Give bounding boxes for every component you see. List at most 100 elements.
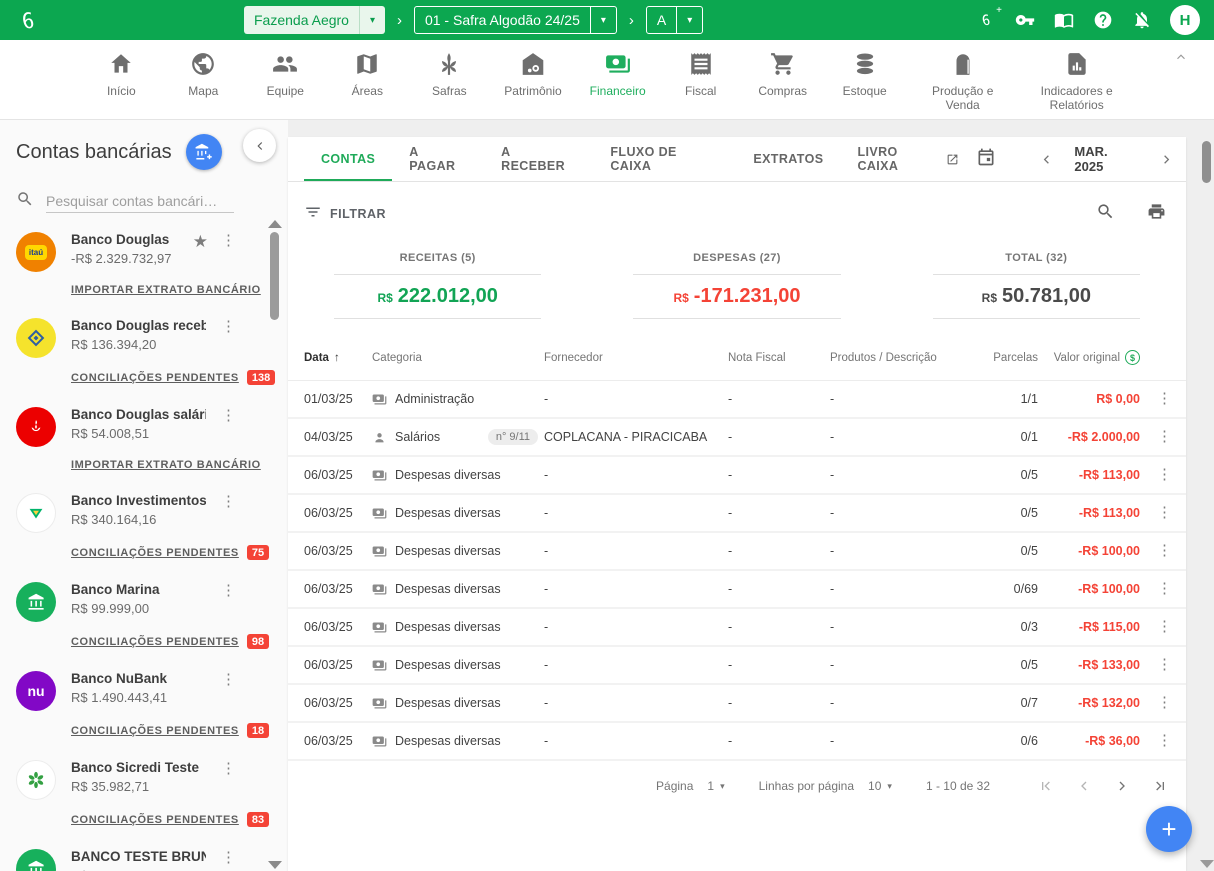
nav-item-safras[interactable]: Safras — [422, 51, 476, 119]
account-action-link[interactable]: CONCILIAÇÕES PENDENTES — [71, 636, 239, 648]
add-farm-icon[interactable]: ∂+ — [975, 9, 997, 31]
sidebar-scrollbar-thumb[interactable] — [270, 232, 279, 320]
help-icon[interactable] — [1092, 9, 1114, 31]
unit-selector[interactable]: A ▾ — [646, 6, 703, 34]
nav-item-equipe[interactable]: Equipe — [258, 51, 312, 119]
row-menu-icon[interactable]: ⋮ — [1146, 467, 1172, 484]
account-menu-icon[interactable]: ⋮ — [221, 233, 236, 250]
next-page-button[interactable] — [1110, 774, 1134, 798]
next-month-button[interactable] — [1155, 147, 1178, 171]
tab-livro-caixa[interactable]: LIVRO CAIXA — [840, 137, 976, 181]
transaction-row[interactable]: 06/03/25Despesas diversas---0/5-R$ 113,0… — [288, 495, 1186, 533]
key-icon[interactable] — [1014, 9, 1036, 31]
nav-item-mapa[interactable]: Mapa — [176, 51, 230, 119]
account-action-link[interactable]: CONCILIAÇÕES PENDENTES — [71, 814, 239, 826]
bank-account-row[interactable]: Banco InvestimentosR$ 340.164,16⋮ — [16, 493, 236, 533]
bank-account-row[interactable]: BANCO TESTE BRUNAR$ 4.459,51⋮ — [16, 849, 236, 871]
account-menu-icon[interactable]: ⋮ — [221, 583, 236, 600]
account-action-link[interactable]: IMPORTAR EXTRATO BANCÁRIO — [71, 459, 261, 471]
row-menu-icon[interactable]: ⋮ — [1146, 581, 1172, 598]
filter-button[interactable]: FILTRAR — [330, 207, 386, 221]
previous-month-button[interactable] — [1035, 147, 1058, 171]
bank-account-row[interactable]: Banco Sicredi TesteR$ 35.982,71⋮ — [16, 760, 236, 800]
chevron-down-icon[interactable]: ▾ — [676, 7, 702, 33]
nav-item-estoque[interactable]: Estoque — [838, 51, 892, 119]
add-transaction-fab[interactable]: + — [1146, 806, 1192, 852]
farm-selector[interactable]: Fazenda Aegro ▾ — [244, 6, 385, 34]
bank-account-row[interactable]: itaúBanco Douglas-R$ 2.329.732,97★⋮ — [16, 232, 236, 272]
account-action-link[interactable]: CONCILIAÇÕES PENDENTES — [71, 547, 239, 559]
account-menu-icon[interactable]: ⋮ — [221, 672, 236, 689]
account-action-link[interactable]: IMPORTAR EXTRATO BANCÁRIO — [71, 284, 261, 296]
tab-a-receber[interactable]: A RECEBER — [484, 137, 593, 181]
tab-a-pagar[interactable]: A PAGAR — [392, 137, 484, 181]
row-menu-icon[interactable]: ⋮ — [1146, 543, 1172, 560]
account-menu-icon[interactable]: ⋮ — [221, 408, 236, 425]
row-menu-icon[interactable]: ⋮ — [1146, 733, 1172, 750]
account-action-link[interactable]: CONCILIAÇÕES PENDENTES — [71, 372, 239, 384]
investimentos-logo — [16, 493, 56, 533]
add-bank-account-button[interactable] — [186, 134, 222, 170]
bank-account-row[interactable]: Banco MarinaR$ 99.999,00⋮ — [16, 582, 236, 622]
collapse-sidebar-button[interactable] — [243, 129, 276, 162]
safra-selector[interactable]: 01 - Safra Algodão 24/25 ▾ — [414, 6, 617, 34]
print-icon[interactable] — [1147, 202, 1166, 226]
account-menu-icon[interactable]: ⋮ — [221, 319, 236, 336]
first-page-button[interactable] — [1034, 774, 1058, 798]
nav-item-patrimonio[interactable]: Patrimônio — [504, 51, 561, 119]
row-menu-icon[interactable]: ⋮ — [1146, 657, 1172, 674]
chevron-down-icon[interactable]: ▾ — [590, 7, 616, 33]
page-scrollbar-thumb[interactable] — [1202, 141, 1211, 183]
tab-fluxo-de-caixa[interactable]: FLUXO DE CAIXA — [593, 137, 736, 181]
nav-item-indicadores-e-relatorios[interactable]: Indicadores e Relatórios — [1034, 51, 1120, 119]
column-header-data[interactable]: Data↑ — [304, 352, 372, 364]
calendar-icon[interactable] — [976, 147, 999, 171]
tab-extratos[interactable]: EXTRATOS — [736, 137, 840, 181]
transaction-row[interactable]: 06/03/25Despesas diversas---0/5-R$ 113,0… — [288, 457, 1186, 495]
collapse-nav-icon[interactable] — [1174, 50, 1190, 66]
scroll-down-arrow[interactable] — [268, 861, 282, 869]
row-menu-icon[interactable]: ⋮ — [1146, 695, 1172, 712]
bank-account-row[interactable]: nuBanco NuBankR$ 1.490.443,41⋮ — [16, 671, 236, 711]
currency-toggle-icon[interactable]: $ — [1125, 350, 1140, 365]
bank-account-row[interactable]: Banco Douglas salário Ti...R$ 54.008,51⋮ — [16, 407, 236, 447]
search-transactions-icon[interactable] — [1096, 202, 1115, 226]
row-menu-icon[interactable]: ⋮ — [1146, 619, 1172, 636]
notifications-off-icon[interactable] — [1131, 9, 1153, 31]
scroll-down-arrow[interactable] — [1200, 860, 1214, 868]
scroll-up-arrow[interactable] — [268, 220, 282, 228]
favorite-star-icon[interactable]: ★ — [193, 233, 208, 250]
previous-page-button[interactable] — [1072, 774, 1096, 798]
transaction-row[interactable]: 06/03/25Despesas diversas---0/6-R$ 36,00… — [288, 723, 1186, 761]
nav-item-areas[interactable]: Áreas — [340, 51, 394, 119]
knowledge-book-icon[interactable] — [1053, 9, 1075, 31]
transaction-row[interactable]: 01/03/25Administração---1/1R$ 0,00⋮ — [288, 381, 1186, 419]
nav-item-fiscal[interactable]: Fiscal — [674, 51, 728, 119]
transaction-row[interactable]: 06/03/25Despesas diversas---0/7-R$ 132,0… — [288, 685, 1186, 723]
transaction-row[interactable]: 04/03/25Saláriosn° 9/11COPLACANA - PIRAC… — [288, 419, 1186, 457]
search-accounts-input[interactable] — [46, 190, 234, 213]
page-select[interactable]: 1▾ — [707, 779, 724, 793]
summary-label: TOTAL (32) — [887, 252, 1186, 264]
bank-account-row[interactable]: Banco Douglas recebime...R$ 136.394,20⋮ — [16, 318, 236, 358]
chevron-down-icon[interactable]: ▾ — [359, 6, 385, 34]
nav-item-financeiro[interactable]: Financeiro — [590, 51, 646, 119]
account-menu-icon[interactable]: ⋮ — [221, 761, 236, 778]
transaction-row[interactable]: 06/03/25Despesas diversas---0/5-R$ 133,0… — [288, 647, 1186, 685]
row-menu-icon[interactable]: ⋮ — [1146, 505, 1172, 522]
transaction-row[interactable]: 06/03/25Despesas diversas---0/5-R$ 100,0… — [288, 533, 1186, 571]
nav-item-producao-e-venda[interactable]: Produção e Venda — [920, 51, 1006, 119]
tab-contas[interactable]: CONTAS — [304, 137, 392, 181]
last-page-button[interactable] — [1148, 774, 1172, 798]
account-action-link[interactable]: CONCILIAÇÕES PENDENTES — [71, 725, 239, 737]
account-menu-icon[interactable]: ⋮ — [221, 494, 236, 511]
rows-per-page-select[interactable]: 10▾ — [868, 779, 892, 793]
row-menu-icon[interactable]: ⋮ — [1146, 429, 1172, 446]
transaction-row[interactable]: 06/03/25Despesas diversas---0/69-R$ 100,… — [288, 571, 1186, 609]
user-avatar[interactable]: H — [1170, 5, 1200, 35]
row-menu-icon[interactable]: ⋮ — [1146, 391, 1172, 408]
nav-item-inicio[interactable]: Início — [94, 51, 148, 119]
account-menu-icon[interactable]: ⋮ — [221, 850, 236, 867]
transaction-row[interactable]: 06/03/25Despesas diversas---0/3-R$ 115,0… — [288, 609, 1186, 647]
nav-item-compras[interactable]: Compras — [756, 51, 810, 119]
